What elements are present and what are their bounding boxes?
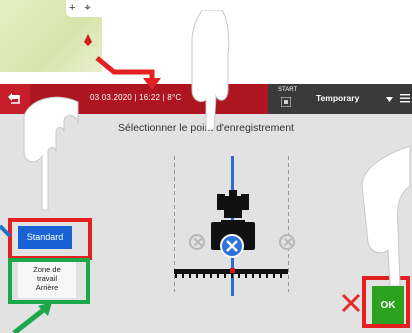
right-point-option[interactable]	[279, 234, 295, 250]
profile-dropdown[interactable]: Temporary	[308, 84, 412, 114]
locate-button[interactable]: ⌖	[82, 0, 94, 17]
left-point-option[interactable]	[189, 234, 205, 250]
map-view[interactable]: + ⌖	[0, 0, 102, 72]
chevron-down-icon	[386, 97, 393, 102]
page-title: Sélectionner le point d'enregistrement	[118, 122, 294, 134]
zoom-in-button[interactable]: +	[66, 0, 78, 17]
start-recording-button[interactable]: START	[268, 84, 308, 114]
map-pin-icon	[84, 34, 92, 46]
rear-work-zone-button[interactable]: Zone de travail Arrière	[18, 262, 76, 298]
selected-point-option[interactable]	[220, 234, 244, 258]
start-label: START	[278, 87, 298, 93]
implement-teeth	[175, 274, 287, 278]
close-icon	[226, 240, 238, 252]
standard-button[interactable]: Standard	[18, 226, 72, 249]
ok-button[interactable]: OK	[372, 286, 404, 326]
cancel-button[interactable]	[340, 292, 362, 314]
back-button[interactable]	[0, 84, 30, 114]
back-arrow-icon	[8, 93, 20, 104]
zone-line-2: travail	[36, 274, 57, 283]
hamburger-menu-icon[interactable]	[400, 93, 410, 103]
zone-line-1: Zone de	[33, 265, 61, 274]
map-controls: + ⌖	[66, 0, 102, 17]
reference-marker	[230, 268, 235, 273]
profile-label: Temporary	[316, 93, 360, 103]
zone-line-3: Arrière	[35, 283, 59, 292]
top-bar: 03.03.2020 | 16:22 | 8°C START Temporary	[0, 84, 412, 114]
lane-line-right	[288, 156, 289, 292]
record-icon	[281, 97, 291, 107]
datetime-weather: 03.03.2020 | 16:22 | 8°C	[90, 93, 182, 102]
